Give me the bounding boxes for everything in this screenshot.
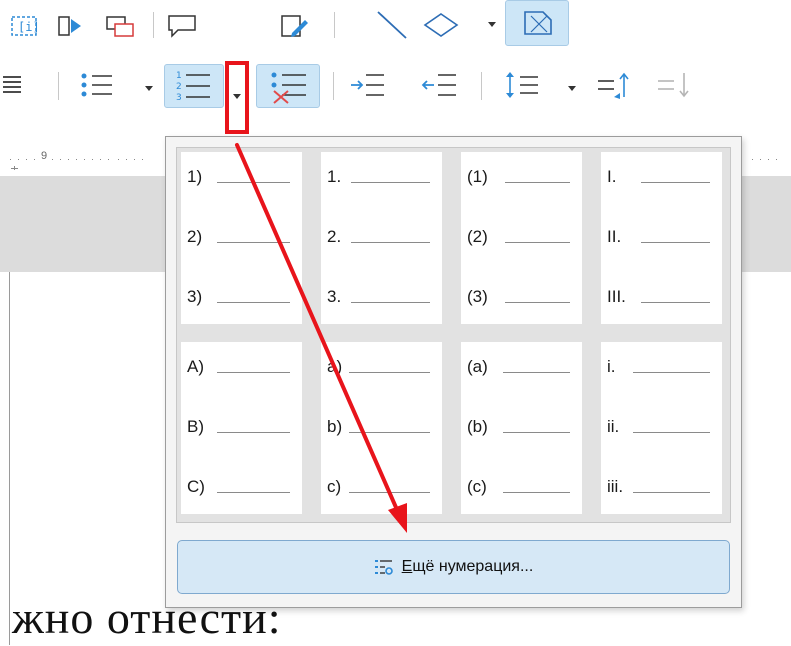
insert-frame-icon[interactable] [100, 10, 140, 42]
numbering-preset-label: 2. [327, 227, 342, 246]
numbering-preset-label: (b) [467, 417, 488, 436]
numbering-preset-line [641, 182, 710, 183]
toolbar-separator [334, 12, 335, 38]
numbering-preset[interactable]: (1) (2) (3) [461, 152, 582, 324]
toolbar-separator [481, 72, 482, 100]
bullets-dropdown-arrow[interactable] [145, 86, 153, 91]
numbering-preset-line [351, 182, 430, 183]
page-border [9, 272, 10, 645]
numbering-preset-line [217, 432, 290, 433]
decrease-indent-icon[interactable] [416, 66, 464, 104]
slide-show-icon[interactable] [52, 10, 88, 42]
edit-icon[interactable] [274, 10, 314, 42]
toolbar-row-2: 123 [0, 52, 791, 132]
numbering-preset[interactable]: A) B) C) [181, 342, 302, 514]
numbering-preset-label: i. [607, 357, 616, 376]
numbering-preset-line [349, 372, 430, 373]
numbering-preset-line [503, 492, 570, 493]
numbering-preset-line [351, 302, 430, 303]
align-justify-icon[interactable] [0, 68, 26, 102]
svg-text:[i]: [i] [18, 20, 38, 34]
more-numbering-button[interactable]: Ещё нумерация... [177, 540, 730, 594]
numbering-preset-label: 1) [187, 167, 203, 186]
line-icon[interactable] [372, 6, 412, 44]
svg-text:2: 2 [176, 82, 182, 92]
numbering-preset-label: II. [607, 227, 622, 246]
numbering-preset-label: (1) [467, 167, 488, 186]
numbering-preset-line [217, 492, 290, 493]
numbering-preset-label: (3) [467, 287, 488, 306]
numbering-preset[interactable]: 1) 2) 3) [181, 152, 302, 324]
numbering-preset-label: a) [327, 357, 343, 376]
numbering-preset-line [349, 492, 430, 493]
numbering-preset-line [633, 372, 710, 373]
numbering-preset-label: 1. [327, 167, 342, 186]
numbering-preset-label: C) [187, 477, 205, 496]
paragraph-spacing-increase-icon[interactable] [590, 66, 638, 104]
eraser-shape-icon[interactable] [505, 0, 569, 46]
numbering-preset-label: (c) [467, 477, 487, 496]
numbering-preset-line [217, 302, 290, 303]
numbering-preset-label: c) [327, 477, 342, 496]
numbering-preset-line [217, 182, 290, 183]
numbering-preset[interactable]: a) b) c) [321, 342, 442, 514]
line-spacing-icon[interactable] [498, 66, 546, 104]
numbering-preset-label: 3) [187, 287, 203, 306]
numbering-preset-gallery: 1) 2) 3) 1. 2. 3. (1) (2) (3) I. II. III. A) B) C) a) b)… [176, 147, 731, 523]
numbering-preset-line [641, 242, 710, 243]
ruler-tick-label: 9 [41, 150, 48, 162]
numbering-preset-label: A) [187, 357, 204, 376]
numbering-preset-label: B) [187, 417, 204, 436]
svg-text:3: 3 [176, 93, 182, 103]
more-numbering-label: Ещё нумерация... [401, 558, 534, 575]
numbering-preset-line [351, 242, 430, 243]
bullets-icon[interactable] [76, 66, 120, 104]
numbering-preset[interactable]: i. ii. iii. [601, 342, 722, 514]
increase-indent-icon[interactable] [344, 66, 392, 104]
numbering-preset-label: III. [607, 287, 626, 306]
numbering-preset-label: ii. [607, 417, 620, 436]
numbering-preset-line [349, 432, 430, 433]
toolbar-separator [58, 72, 59, 100]
numbering-preset-label: iii. [607, 477, 624, 496]
svg-text:1: 1 [176, 71, 182, 81]
numbering-preset-line [503, 372, 570, 373]
numbering-preset-line [633, 492, 710, 493]
annotation-highlight-box [225, 61, 249, 134]
shape-dropdown-arrow[interactable] [488, 22, 496, 27]
no-list-icon[interactable] [256, 64, 320, 108]
numbering-icon[interactable]: 123 [164, 64, 224, 108]
numbering-preset-line [505, 242, 570, 243]
toolbar-separator [333, 72, 334, 100]
numbering-preset-label: 3. [327, 287, 342, 306]
numbering-preset-line [633, 432, 710, 433]
numbering-preset-label: I. [607, 167, 617, 186]
numbering-preset-line [505, 182, 570, 183]
more-numbering-icon [374, 560, 393, 575]
numbering-preset-label: 2) [187, 227, 203, 246]
numbering-preset-label: (2) [467, 227, 488, 246]
numbering-preset-line [505, 302, 570, 303]
numbering-preset-label: (a) [467, 357, 488, 376]
numbering-preset[interactable]: I. II. III. [601, 152, 722, 324]
numbering-preset-line [217, 372, 290, 373]
numbering-dropdown: 1) 2) 3) 1. 2. 3. (1) (2) (3) I. II. III. A) B) C) a) b)… [165, 136, 742, 608]
numbering-preset-line [503, 432, 570, 433]
line-spacing-dropdown-arrow[interactable] [568, 86, 576, 91]
paragraph-spacing-decrease-icon[interactable] [650, 66, 698, 104]
numbering-preset-label: b) [327, 417, 343, 436]
numbering-preset-line [641, 302, 710, 303]
insert-field-icon[interactable]: [i] [6, 10, 42, 42]
numbering-preset-line [217, 242, 290, 243]
shape-icon[interactable] [420, 6, 462, 44]
comment-icon[interactable] [162, 10, 202, 42]
numbering-preset[interactable]: 1. 2. 3. [321, 152, 442, 324]
toolbar-row-1: [i] [0, 0, 791, 52]
numbering-preset[interactable]: (a) (b) (c) [461, 342, 582, 514]
toolbar-separator [153, 12, 154, 38]
